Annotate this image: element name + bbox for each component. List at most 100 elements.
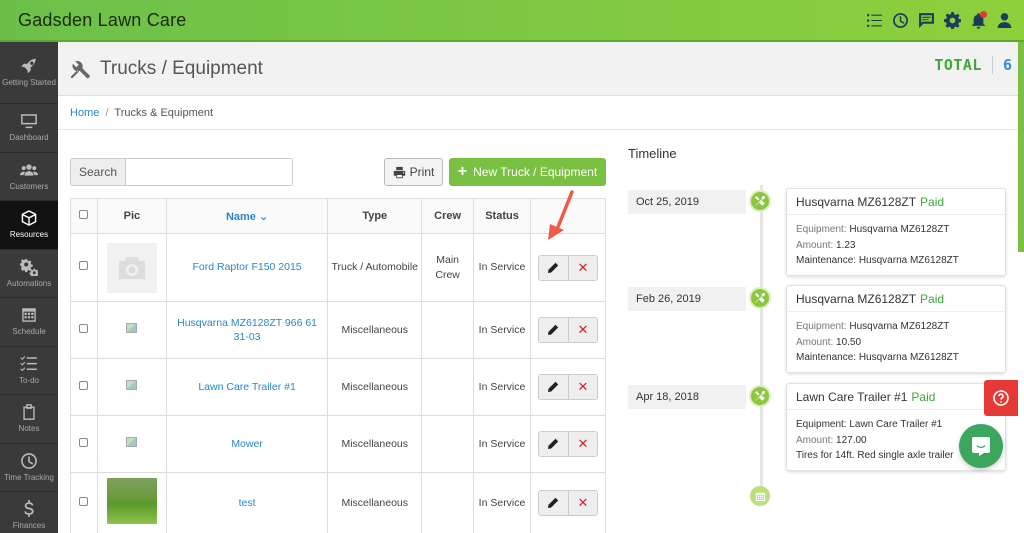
delete-button[interactable]: ✕ (567, 255, 597, 280)
detail-value: Lawn Care Trailer #1 (849, 419, 943, 430)
paid-status: Paid (920, 194, 945, 209)
sidebar-item-schedule[interactable]: Schedule (0, 298, 58, 347)
row-crew (421, 358, 475, 416)
edit-button[interactable] (538, 375, 568, 399)
chat-icon[interactable] (916, 9, 936, 31)
row-checkbox[interactable] (79, 496, 89, 506)
bell-icon[interactable] (968, 9, 988, 31)
total-label: TOTAL (934, 56, 993, 74)
delete-button[interactable]: ✕ (567, 432, 597, 456)
sidebar-item-automations[interactable]: Automations (0, 250, 58, 298)
clipboard-icon (23, 404, 35, 421)
sidebar-item-resources[interactable]: Resources (0, 201, 58, 250)
breadcrumb-home-link[interactable]: Home (70, 107, 99, 119)
detail-key: Amount: (796, 336, 834, 348)
sidebar-item-label: Time Tracking (4, 472, 54, 482)
edit-button[interactable] (538, 318, 568, 342)
timeline-card[interactable]: Husqvarna MZ6128ZT Paid Equipment: Husqva… (786, 285, 1006, 373)
row-checkbox[interactable] (79, 380, 89, 390)
equipment-table: Pic Name ⌄ Type Crew Status Ford Raptor … (70, 198, 607, 533)
rocket-icon (21, 58, 37, 74)
delete-button[interactable]: ✕ (567, 375, 597, 399)
broken-image-icon (126, 379, 138, 390)
col-header-name-label: Name (225, 210, 256, 223)
col-header-name[interactable]: Name ⌄ (165, 198, 329, 234)
tasks-icon[interactable] (864, 9, 884, 31)
detail-key: Amount: (796, 239, 834, 251)
page-title: Trucks / Equipment (100, 57, 263, 79)
row-crew (421, 472, 475, 533)
print-label: Print (409, 165, 435, 179)
delete-button[interactable]: ✕ (567, 318, 597, 342)
chat-bubble-icon (972, 437, 990, 456)
clock-icon (21, 452, 37, 469)
sidebar-item-dashboard[interactable]: Dashboard (0, 104, 58, 153)
calendar-end-icon (750, 486, 770, 506)
select-all-checkbox-cell (70, 198, 98, 234)
search-label: Search (70, 158, 126, 186)
detail-value: Husqvarna MZ6128ZT (858, 255, 959, 266)
sidebar-item-finances[interactable]: Finances (0, 492, 58, 533)
pencil-icon (548, 381, 559, 392)
detail-value: Husqvarna MZ6128ZT (849, 224, 950, 235)
row-type: Miscellaneous (327, 472, 423, 533)
table-row: Lawn Care Trailer #1 Miscellaneous In Se… (70, 358, 607, 416)
close-icon: ✕ (577, 495, 589, 511)
paid-status: Paid (920, 291, 945, 306)
sidebar-item-todo[interactable]: To-do (0, 347, 58, 395)
dollar-icon (24, 500, 34, 518)
row-name-link[interactable]: Husqvarna MZ6128ZT 966 61 31-03 (165, 301, 329, 359)
row-type: Miscellaneous (327, 301, 423, 359)
user-icon[interactable] (994, 9, 1014, 31)
new-button-label: New Truck / Equipment (473, 165, 598, 179)
timeline-line (760, 185, 763, 495)
sidebar-item-notes[interactable]: Notes (0, 395, 58, 444)
edit-button[interactable] (538, 491, 568, 515)
breadcrumb: Home / Trucks & Equipment (58, 96, 1024, 130)
row-name-link[interactable]: Ford Raptor F150 2015 (165, 233, 329, 302)
search-input[interactable] (126, 158, 293, 186)
breadcrumb-separator: / (105, 106, 109, 119)
scrollbar-accent (1018, 42, 1024, 252)
sidebar-item-getting-started[interactable]: Getting Started (0, 42, 58, 104)
row-actions: ✕ (537, 317, 598, 343)
total-counter: TOTAL 6 (934, 56, 1012, 74)
broken-image-icon (126, 436, 138, 447)
sidebar-item-customers[interactable]: Customers (0, 153, 58, 201)
detail-value: 1.23 (836, 239, 856, 251)
row-name-link[interactable]: Lawn Care Trailer #1 (165, 358, 329, 416)
row-checkbox[interactable] (79, 323, 89, 333)
pencil-icon (548, 262, 559, 273)
table-header-row: Pic Name ⌄ Type Crew Status (70, 198, 607, 234)
sidebar-item-label: Finances (12, 521, 46, 531)
row-actions: ✕ (537, 490, 598, 516)
sidebar-item-label: Customers (9, 181, 49, 191)
gear-icon[interactable] (942, 9, 962, 31)
timeline-card[interactable]: Husqvarna MZ6128ZT Paid Equipment: Husqva… (786, 188, 1006, 276)
edit-button[interactable] (538, 432, 568, 456)
row-checkbox[interactable] (79, 437, 89, 447)
table-row: test Miscellaneous In Service ✕ (70, 472, 607, 533)
sidebar-item-label: Dashboard (9, 133, 49, 143)
detail-value: 10.50 (836, 336, 862, 348)
detail-value: Tires for 14ft. Red single axle trailer (796, 450, 954, 461)
detail-key: Maintenance: (796, 352, 857, 363)
row-type: Miscellaneous (327, 358, 423, 416)
tools-badge-icon (749, 190, 771, 212)
help-button[interactable] (984, 380, 1018, 416)
print-button[interactable]: Print (384, 158, 443, 186)
sidebar-item-time-tracking[interactable]: Time Tracking (0, 444, 58, 492)
row-checkbox[interactable] (79, 261, 89, 271)
select-all-checkbox[interactable] (79, 210, 89, 219)
row-name-link[interactable]: Mower (165, 415, 329, 473)
top-icons (864, 9, 1014, 31)
app-title[interactable]: Gadsden Lawn Care (18, 10, 187, 31)
new-truck-equipment-button[interactable]: + New Truck / Equipment (449, 158, 606, 186)
detail-key: Amount: (796, 434, 834, 446)
edit-button[interactable] (538, 255, 568, 280)
sidebar: Getting Started Dashboard Customers Reso… (0, 42, 58, 533)
delete-button[interactable]: ✕ (567, 491, 597, 515)
row-name-link[interactable]: test (165, 472, 329, 533)
chat-launcher-button[interactable] (959, 424, 1003, 468)
clock-icon[interactable] (890, 9, 910, 31)
